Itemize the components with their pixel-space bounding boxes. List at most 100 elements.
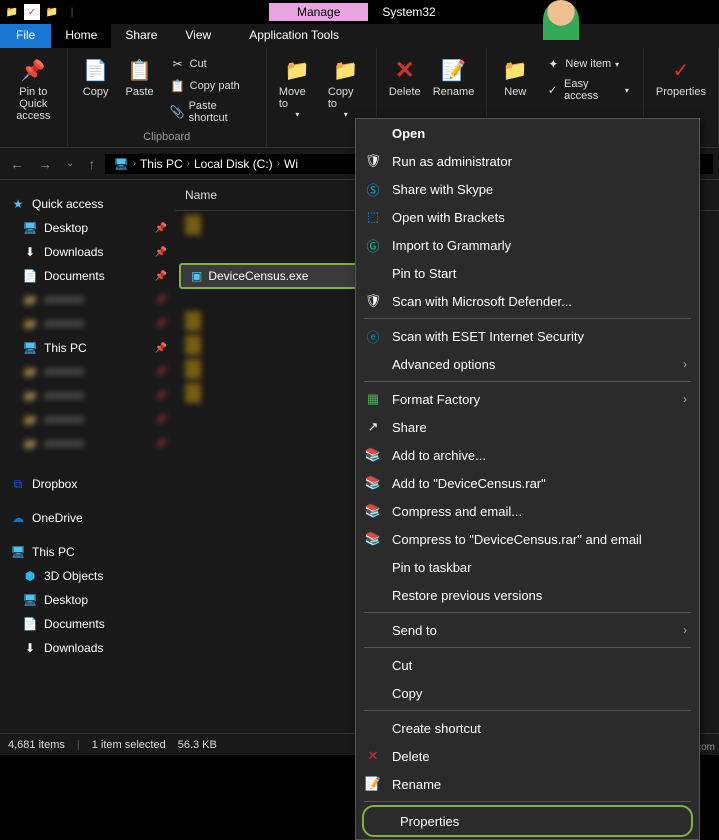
ctx-compress-email[interactable]: 📚Compress and email... — [356, 497, 699, 525]
titlebar: 📁 ✓ 📁 | Manage System32 — [0, 0, 719, 24]
sidebar-blurred-item[interactable]: 📁######📌 — [0, 408, 175, 432]
paste-shortcut-button[interactable]: 📎Paste shortcut — [166, 98, 256, 126]
defender-icon: 🛡 — [364, 292, 382, 310]
sidebar-thispc-pinned[interactable]: 🖥This PC📌 — [0, 336, 175, 360]
sidebar-thispc[interactable]: 🖥This PC — [0, 540, 175, 564]
ctx-rename[interactable]: 📝Rename — [356, 770, 699, 798]
ctx-restore-previous[interactable]: Restore previous versions — [356, 581, 699, 609]
ctx-properties[interactable]: Properties — [362, 805, 693, 837]
folder-icon: 📁 — [4, 4, 20, 20]
menu-view[interactable]: View — [171, 24, 225, 48]
new-button[interactable]: 📁 New — [493, 52, 537, 106]
sidebar-blurred-item[interactable]: 📁######📌 — [0, 384, 175, 408]
ctx-add-rar[interactable]: 📚Add to "DeviceCensus.rar" — [356, 469, 699, 497]
rename-button[interactable]: 📝 Rename — [427, 52, 481, 100]
winrar-icon: 📚 — [364, 446, 382, 464]
ctx-send-to[interactable]: Send to› — [356, 616, 699, 644]
menu-home[interactable]: Home — [51, 24, 111, 48]
rename-icon: 📝 — [438, 54, 470, 86]
recent-dropdown[interactable]: ⌄ — [62, 158, 78, 169]
breadcrumb-localdisk[interactable]: Local Disk (C:) — [194, 157, 273, 171]
move-to-button[interactable]: 📁 Move to▾ — [273, 52, 322, 121]
ctx-format-factory[interactable]: ▦Format Factory› — [356, 385, 699, 413]
easy-access-button[interactable]: ✓Easy access▾ — [541, 76, 633, 104]
up-button[interactable]: ↑ — [84, 156, 99, 172]
ctx-delete[interactable]: ✕Delete — [356, 742, 699, 770]
exe-icon: ▣ — [191, 269, 202, 283]
sidebar-blurred-item[interactable]: 📁######📌 — [0, 312, 175, 336]
copy-button[interactable]: 📄 Copy — [74, 52, 118, 128]
sidebar-onedrive[interactable]: ☁OneDrive — [0, 506, 175, 530]
pin-quick-access-button[interactable]: 📌 Pin to Quick access — [6, 52, 61, 124]
chevron-right-icon: › — [683, 392, 687, 406]
paste-button[interactable]: 📋 Paste — [118, 52, 162, 128]
separator — [364, 612, 691, 613]
sidebar-downloads2[interactable]: ⬇Downloads — [0, 636, 175, 660]
ctx-open-brackets[interactable]: ⬚Open with Brackets — [356, 203, 699, 231]
breadcrumb-thispc[interactable]: This PC — [140, 157, 183, 171]
moveto-icon: 📁 — [281, 54, 313, 86]
pin-icon: 📌 — [17, 54, 49, 86]
copy-path-button[interactable]: 📋Copy path — [166, 76, 256, 96]
new-item-button[interactable]: ✦New item▾ — [541, 54, 633, 74]
forward-button[interactable]: → — [34, 156, 56, 172]
delete-icon: ✕ — [364, 747, 382, 765]
menu-application-tools[interactable]: Application Tools — [235, 24, 353, 48]
pin-icon: 📌 — [155, 223, 167, 234]
manage-tab[interactable]: Manage — [269, 3, 368, 21]
sidebar-blurred-item[interactable]: 📁######📌 — [0, 432, 175, 456]
ctx-open[interactable]: Open — [356, 119, 699, 147]
folder-icon: 📁 — [44, 4, 60, 20]
menubar: File Home Share View Application Tools — [0, 24, 719, 48]
sidebar-blurred-item[interactable]: 📁######📌 — [0, 360, 175, 384]
ctx-run-as-admin[interactable]: 🛡Run as administrator — [356, 147, 699, 175]
breadcrumb-windows[interactable]: Wi — [284, 157, 298, 171]
winrar-icon: 📚 — [364, 530, 382, 548]
ctx-share-skype[interactable]: ⓈShare with Skype — [356, 175, 699, 203]
cut-button[interactable]: ✂Cut — [166, 54, 256, 74]
ctx-pin-taskbar[interactable]: Pin to taskbar — [356, 553, 699, 581]
ctx-pin-start[interactable]: Pin to Start — [356, 259, 699, 287]
ctx-defender[interactable]: 🛡Scan with Microsoft Defender... — [356, 287, 699, 315]
pc-icon: 🖥 — [10, 544, 26, 560]
ctx-create-shortcut[interactable]: Create shortcut — [356, 714, 699, 742]
checkbox-icon[interactable]: ✓ — [24, 4, 40, 20]
menu-file[interactable]: File — [0, 24, 51, 48]
sidebar-quick-access[interactable]: ★Quick access — [0, 192, 175, 216]
sidebar-3d-objects[interactable]: ⬢3D Objects — [0, 564, 175, 588]
ctx-grammarly[interactable]: ⒼImport to Grammarly — [356, 231, 699, 259]
ctx-advanced[interactable]: Advanced options› — [356, 350, 699, 378]
sidebar-dropbox[interactable]: ⧉Dropbox — [0, 472, 175, 496]
ctx-share[interactable]: ↗Share — [356, 413, 699, 441]
ctx-compress-rar-email[interactable]: 📚Compress to "DeviceCensus.rar" and emai… — [356, 525, 699, 553]
pc-icon: 🖥 — [22, 340, 38, 356]
sidebar-blurred-item[interactable]: 📁######📌 — [0, 288, 175, 312]
winrar-icon: 📚 — [364, 474, 382, 492]
properties-button[interactable]: ✓ Properties — [650, 52, 712, 100]
ctx-eset[interactable]: ⓔScan with ESET Internet Security — [356, 322, 699, 350]
file-name: DeviceCensus.exe — [208, 269, 308, 283]
winrar-icon: 📚 — [364, 502, 382, 520]
delete-button[interactable]: ✕ Delete — [383, 52, 427, 100]
ctx-add-archive[interactable]: 📚Add to archive... — [356, 441, 699, 469]
new-folder-icon: 📁 — [499, 54, 531, 86]
file-row-selected[interactable]: ▣ DeviceCensus.exe — [179, 263, 359, 289]
shield-icon: 🛡 — [364, 152, 382, 170]
ctx-cut[interactable]: Cut — [356, 651, 699, 679]
status-size: 56.3 KB — [178, 739, 217, 751]
shortcut-icon: 📎 — [170, 104, 185, 120]
sidebar-desktop[interactable]: 🖥Desktop📌 — [0, 216, 175, 240]
ctx-copy[interactable]: Copy — [356, 679, 699, 707]
sidebar-documents2[interactable]: 📄Documents — [0, 612, 175, 636]
chevron-right-icon: › — [683, 357, 687, 371]
separator — [364, 647, 691, 648]
sidebar-desktop2[interactable]: 🖥Desktop — [0, 588, 175, 612]
back-button[interactable]: ← — [6, 156, 28, 172]
pin-icon: 📌 — [155, 271, 167, 282]
context-menu: Open 🛡Run as administrator ⓈShare with S… — [355, 118, 700, 840]
sidebar-downloads[interactable]: ⬇Downloads📌 — [0, 240, 175, 264]
sidebar-documents[interactable]: 📄Documents📌 — [0, 264, 175, 288]
menu-share[interactable]: Share — [111, 24, 171, 48]
chevron-right-icon: › — [133, 158, 136, 169]
copy-to-button[interactable]: 📁 Copy to▾ — [322, 52, 370, 121]
